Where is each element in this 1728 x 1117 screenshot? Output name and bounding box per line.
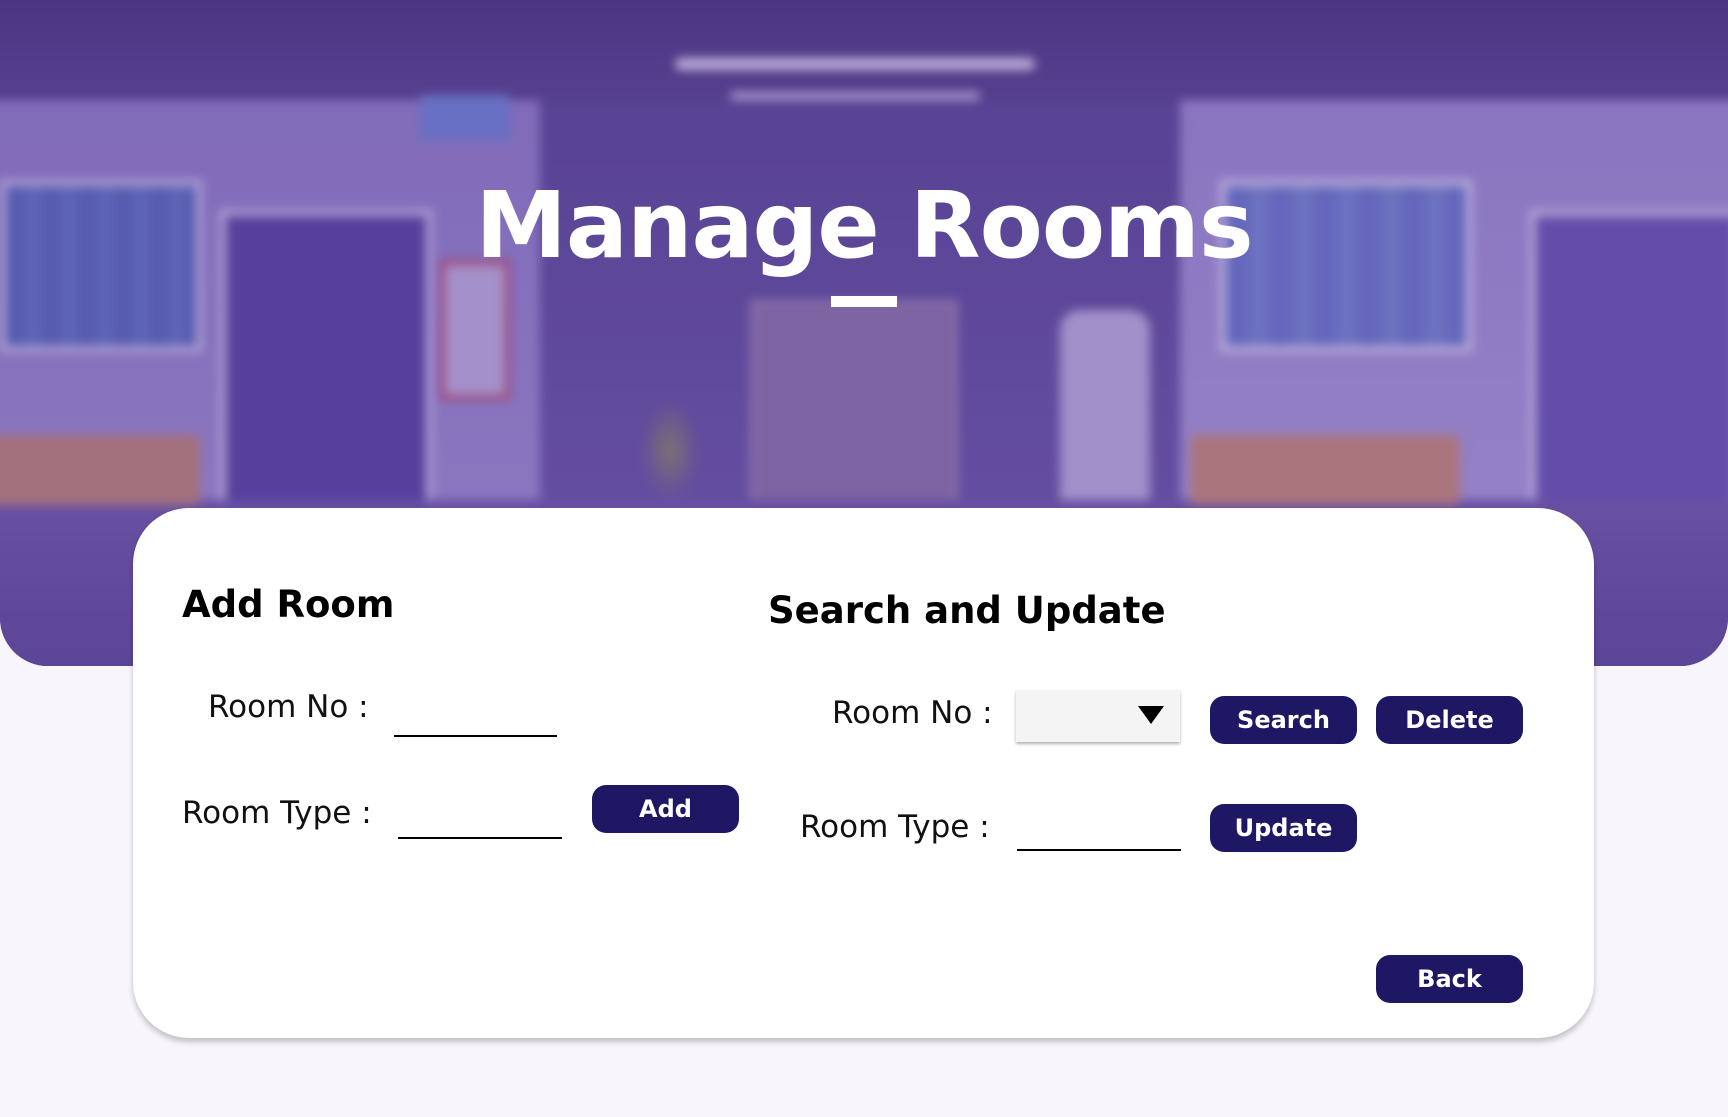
title-underline [831, 296, 897, 307]
search-room-type-label: Room Type : [800, 809, 990, 845]
delete-button[interactable]: Delete [1376, 696, 1523, 744]
search-room-no-label: Room No : [832, 695, 993, 731]
add-room-no-label: Room No : [208, 689, 369, 725]
search-update-heading: Search and Update [768, 589, 1166, 632]
room-no-dropdown[interactable] [1016, 690, 1180, 742]
update-room-type-input[interactable] [1017, 819, 1181, 851]
page-title: Manage Rooms [475, 172, 1253, 279]
add-room-heading: Add Room [182, 583, 395, 626]
update-button[interactable]: Update [1210, 804, 1357, 852]
add-room-type-label: Room Type : [182, 795, 372, 831]
back-button[interactable]: Back [1376, 955, 1523, 1003]
add-room-no-input[interactable] [394, 705, 557, 737]
manage-rooms-card: Add Room Room No : Room Type : Add Searc… [133, 508, 1594, 1038]
add-room-type-input[interactable] [398, 807, 562, 839]
caret-down-icon [1138, 706, 1164, 724]
add-button[interactable]: Add [592, 785, 739, 833]
search-button[interactable]: Search [1210, 696, 1357, 744]
